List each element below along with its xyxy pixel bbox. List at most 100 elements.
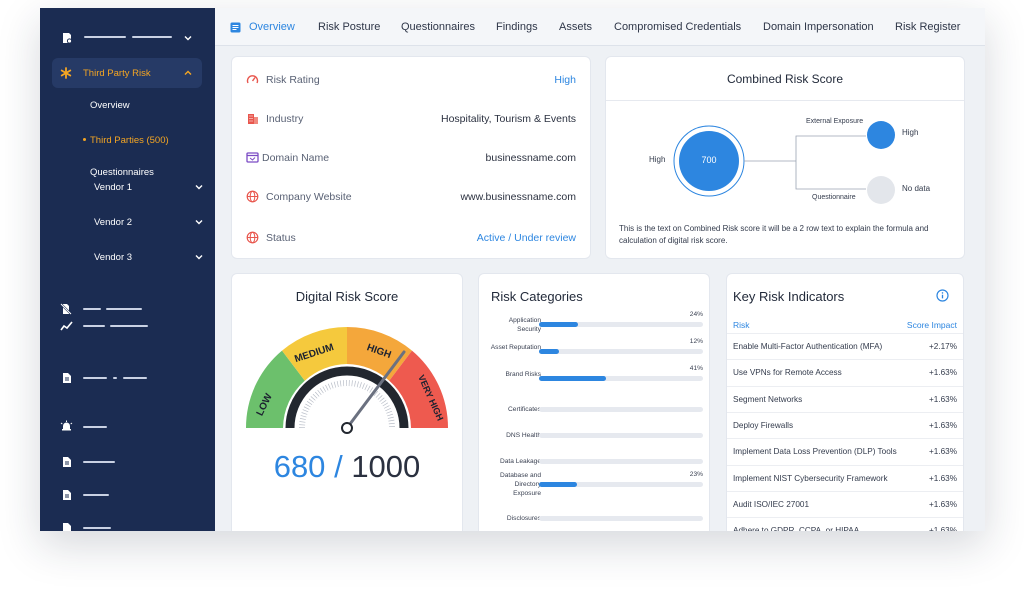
sidebar-placeholder-1[interactable] [84,36,172,38]
risk-category-bar[interactable] [539,349,703,354]
gauge-icon [246,75,259,84]
sidebar: Third Party Risk Overview Third Parties … [40,8,215,531]
no-file-icon [59,302,73,316]
combined-risk-card: Combined Risk Score 700 High External Ex… [605,56,965,259]
kri-row[interactable]: Segment Networks +1.63% [727,385,963,412]
sidebar-placeholder-2[interactable] [83,308,142,310]
tab-overview[interactable]: Overview [249,21,295,33]
main-content: Overview Risk Posture Questionnaires Fin… [215,8,985,531]
questionnaire-value: No data [902,184,931,193]
kri-col-impact: Score Impact [906,320,957,330]
risk-categories-title: Risk Categories [491,289,583,304]
risk-category-bar-fill [539,322,579,327]
chevron-up-icon[interactable] [183,68,193,78]
info-label: Status [266,232,296,244]
risk-category-bar-fill [539,349,559,354]
questionnaire-node [867,176,895,204]
risk-category-bar[interactable] [539,322,703,327]
building-icon [248,114,258,124]
risk-category-label: Database and Directory Exposure [499,472,541,497]
active-dot [83,138,86,141]
digital-score-value: 680 [273,449,326,484]
sidebar-placeholder-7[interactable] [83,494,109,496]
kri-risk-name: Enable Multi-Factor Authentication (MFA) [733,342,883,351]
info-value[interactable]: Active / Under review [477,232,576,244]
chevron-down-icon[interactable] [194,217,204,227]
gauge-inner-arc [285,366,409,429]
info-label: Risk Rating [266,74,320,86]
tab-risk-posture[interactable]: Risk Posture [318,21,380,33]
digital-score-readout: 680 / 1000 [232,449,462,485]
document-icon [59,521,73,531]
info-icon[interactable] [936,289,949,302]
risk-category-label: Brand Risks [505,370,541,378]
kri-row[interactable]: Use VPNs for Remote Access +1.63% [727,359,963,385]
kri-score-impact: +2.17% [929,342,957,351]
tab-questionnaires[interactable]: Questionnaires [401,21,475,33]
tab-findings[interactable]: Findings [496,21,538,33]
external-exposure-value: High [902,128,919,137]
sidebar-item-vendor-3[interactable]: Vendor 3 [94,252,132,263]
tab-compromised-credentials[interactable]: Compromised Credentials [614,21,741,33]
risk-gauge: LOW MEDIUM HIGH VERY HIGH [245,326,449,434]
sidebar-section-label: Third Party Risk [83,68,151,79]
key-risk-indicators-card: Key Risk Indicators Risk Score Impact En… [726,273,964,531]
settings-badge-icon[interactable] [60,31,74,45]
kri-score-impact: +1.63% [929,499,957,509]
chevron-down-icon[interactable] [194,252,204,262]
sidebar-placeholder-5[interactable] [83,426,107,428]
kri-risk-name: Deploy Firewalls [733,420,794,430]
sidebar-item-vendor-2[interactable]: Vendor 2 [94,217,132,228]
combined-score-value: 700 [701,155,717,165]
tab-domain-impersonation[interactable]: Domain Impersonation [763,21,874,33]
risk-category-label: Application Security [508,316,541,333]
kri-risk-name: Use VPNs for Remote Access [733,368,842,378]
kri-risk-name: Implement NIST Cybersecurity Framework [733,473,888,483]
combined-description: This is the text on Combined Risk score … [619,224,929,245]
kri-row[interactable]: Implement NIST Cybersecurity Framework +1… [727,464,963,491]
risk-category-bar[interactable] [539,482,703,487]
risk-category-label: DNS Health [506,432,541,439]
sidebar-item-vendor-1[interactable]: Vendor 1 [94,182,132,193]
risk-category-bar[interactable] [539,459,703,464]
sidebar-item-questionnaires[interactable]: Questionnaires [90,167,154,178]
kri-row[interactable]: Deploy Firewalls +1.63% [727,411,963,438]
chevron-down-icon[interactable] [194,182,204,192]
risk-category-percent: 41% [689,365,703,372]
tab-risk-register[interactable]: Risk Register [895,21,960,33]
kri-row[interactable]: Implement Data Loss Prevention (DLP) Too… [727,438,963,464]
tab-bar: Overview Risk Posture Questionnaires Fin… [215,8,985,46]
chevron-down-icon[interactable] [183,33,193,43]
sidebar-item-overview[interactable]: Overview [90,100,130,111]
kri-row[interactable]: Audit ISO/IEC 27001 +1.63% [727,490,963,517]
kri-risk-name: Audit ISO/IEC 27001 [733,499,810,509]
info-value[interactable]: High [554,74,576,86]
sidebar-placeholder-3[interactable] [83,325,148,327]
risk-category-bar[interactable] [539,376,703,381]
tab-assets[interactable]: Assets [559,21,592,33]
sidebar-placeholder-4[interactable] [83,377,147,379]
risk-category-bar[interactable] [539,516,703,521]
digital-risk-card: Digital Risk Score LOW MEDIUM HIGH VERY … [231,273,463,531]
sidebar-item-third-parties[interactable]: Third Parties (500) [90,135,169,146]
info-value: Hospitality, Tourism & Events [441,113,576,125]
info-row-risk-rating: Risk Rating High [232,61,590,100]
kri-col-risk: Risk [733,320,750,330]
questionnaire-label: Questionnaire [812,194,856,201]
info-value[interactable]: www.businessname.com [460,191,576,203]
digital-score-separator: / [334,449,343,484]
kri-score-impact: +1.63% [929,420,957,430]
asterisk-icon [59,66,73,80]
sidebar-placeholder-6[interactable] [83,461,115,463]
kri-row[interactable]: Enable Multi-Factor Authentication (MFA)… [727,333,963,359]
sidebar-placeholder-8[interactable] [83,527,111,529]
risk-category-bar[interactable] [539,407,703,412]
risk-category-label: Certificates [508,406,541,413]
document-icon [59,488,73,502]
alarm-icon [59,419,73,433]
kri-row[interactable]: Adhere to GDPR, CCPA, or HIPAA +1.63% [727,517,963,531]
globe-icon [246,190,259,203]
risk-category-bar[interactable] [539,433,703,438]
risk-category-bar-fill [539,376,607,381]
risk-category-percent: 12% [689,338,703,345]
